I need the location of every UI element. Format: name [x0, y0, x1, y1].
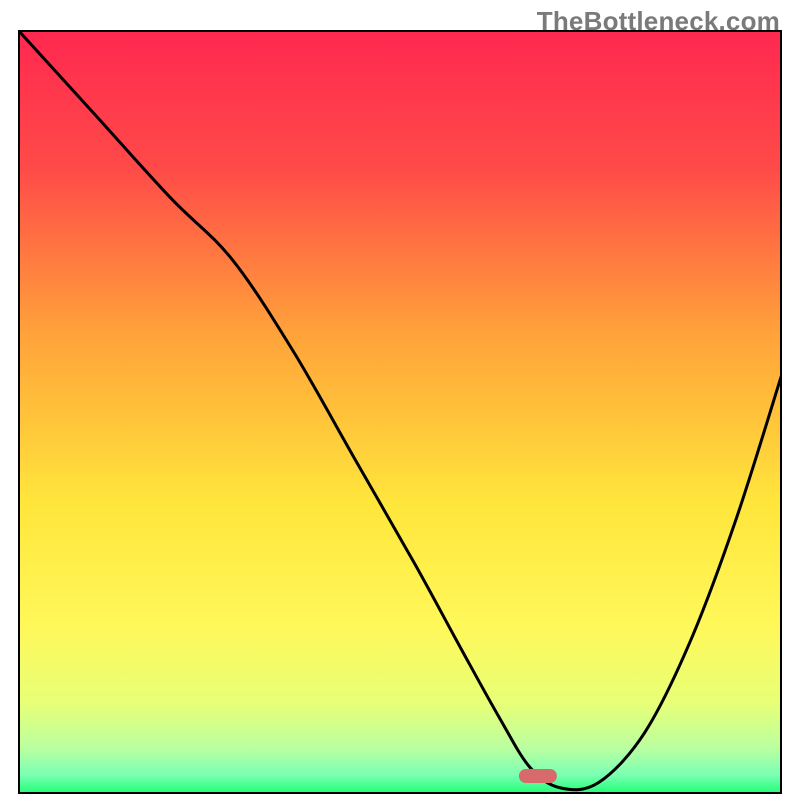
chart-frame: TheBottleneck.com: [0, 0, 800, 800]
chart-plot-area: [18, 30, 782, 782]
chart-border: [18, 30, 782, 794]
